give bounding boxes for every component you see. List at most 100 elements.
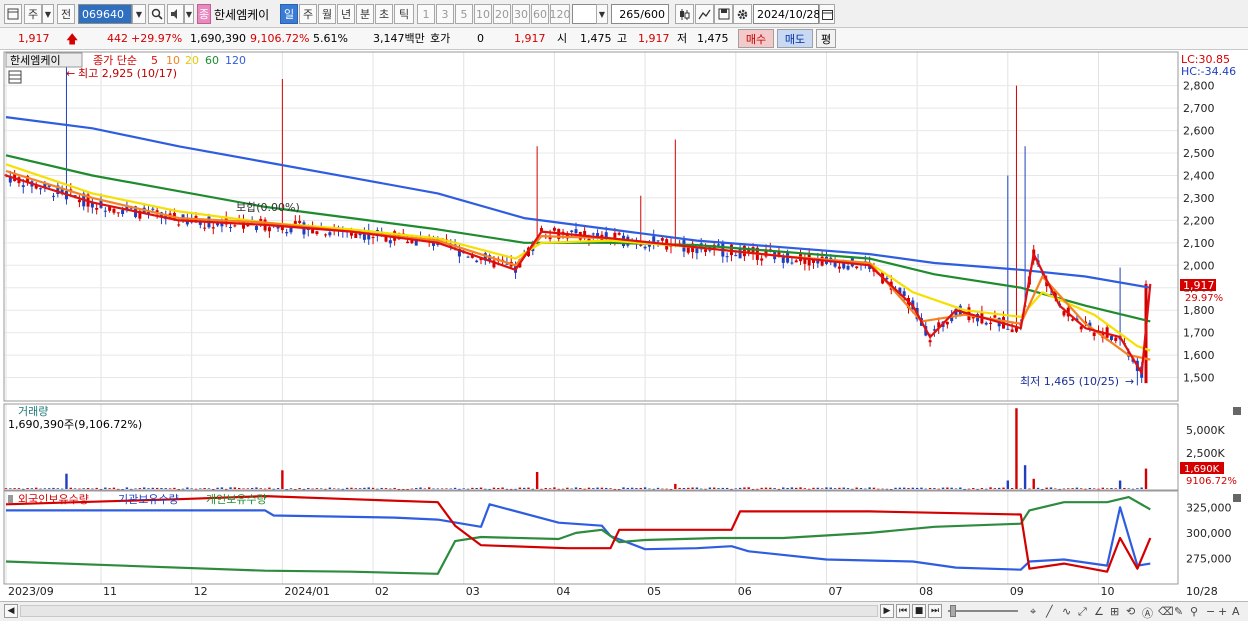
volume-bar	[734, 488, 737, 490]
volume-bar	[1054, 488, 1057, 490]
volume-bar	[700, 488, 703, 490]
font-size-icon[interactable]: A	[1232, 605, 1240, 618]
interval-3[interactable]: 3	[436, 4, 454, 24]
wave-tool-icon[interactable]: ∿	[1062, 605, 1071, 618]
candle-body	[1092, 332, 1096, 336]
min-marker-arrow: →	[1125, 375, 1134, 388]
chevron-down-icon[interactable]: ▼	[42, 4, 54, 24]
period-day[interactable]: 일	[280, 4, 298, 24]
volume-bar	[786, 487, 789, 489]
interval-1[interactable]: 1	[417, 4, 435, 24]
table-icon[interactable]	[8, 70, 22, 84]
eraser-icon[interactable]: ⌫	[1158, 605, 1174, 618]
gear-icon[interactable]	[733, 4, 752, 24]
volume-bar	[820, 488, 824, 489]
volume-close-icon[interactable]	[1233, 407, 1241, 415]
stop-icon[interactable]: ■	[912, 604, 926, 618]
chevron-down-icon[interactable]: ▼	[596, 4, 608, 24]
volume-bar	[553, 487, 556, 489]
interval-20[interactable]: 20	[493, 4, 511, 24]
volume-bar	[691, 487, 694, 489]
interval-30[interactable]: 30	[512, 4, 530, 24]
crosshair-icon[interactable]: ⌖	[1030, 605, 1036, 619]
price-tick-label: 2,800	[1183, 80, 1215, 93]
candle-body	[315, 231, 319, 235]
interval-120[interactable]: 120	[550, 4, 571, 24]
candle-body	[760, 258, 764, 261]
first-page-icon[interactable]: ⏮	[896, 604, 910, 618]
price-change-pct: +29.97%	[131, 32, 183, 45]
period-minute[interactable]: 분	[356, 4, 374, 24]
period-second[interactable]: 초	[375, 4, 393, 24]
period-week[interactable]: 주	[299, 4, 317, 24]
last-page-icon[interactable]: ⏭	[928, 604, 942, 618]
volume-bar	[69, 487, 72, 489]
interval-10[interactable]: 10	[474, 4, 492, 24]
zoom-slider[interactable]	[948, 610, 1018, 612]
layout-icon[interactable]	[4, 4, 22, 24]
draw-line-icon[interactable]	[695, 4, 714, 24]
prev-button[interactable]: 전	[57, 4, 75, 24]
period-month[interactable]: 월	[318, 4, 336, 24]
period-tick[interactable]: 틱	[394, 4, 414, 24]
candle-body	[1079, 326, 1083, 330]
high-value: 1,917	[638, 32, 670, 45]
save-icon[interactable]	[714, 4, 733, 24]
date-input[interactable]: 2024/10/28	[753, 4, 820, 24]
type-select[interactable]: 주	[24, 4, 42, 24]
candle-body	[151, 208, 155, 210]
volume-bar	[1067, 488, 1070, 489]
scroll-right-icon[interactable]: ▶	[880, 604, 894, 618]
candle-body	[945, 321, 949, 325]
legend-stock-name: 한세엠케이	[10, 54, 61, 67]
zoom-slider-thumb[interactable]	[950, 605, 956, 617]
price-tick-label: 1,600	[1183, 349, 1215, 362]
chevron-down-icon[interactable]: ▼	[132, 4, 146, 24]
holding-individual-title: 개인보유수량	[206, 493, 267, 506]
search-icon[interactable]	[148, 4, 165, 24]
volume-bar	[449, 488, 452, 490]
pencil-icon[interactable]: ✎	[1174, 605, 1183, 618]
period-year[interactable]: 년	[337, 4, 355, 24]
candle-body	[704, 249, 708, 252]
cycle-tool-icon[interactable]: ⟲	[1126, 605, 1135, 618]
sell-button[interactable]: 매도	[777, 29, 813, 48]
holding-close-icon[interactable]	[1233, 494, 1241, 502]
line-tool-icon[interactable]: ╱	[1046, 605, 1053, 618]
candle-icon[interactable]	[675, 4, 694, 24]
volume-bar	[501, 487, 504, 489]
scrollbar-track[interactable]	[20, 605, 878, 617]
volume-bar	[13, 488, 16, 489]
avg-button[interactable]: 평	[816, 29, 836, 48]
count-input[interactable]: 265/600	[611, 4, 669, 24]
interval-5[interactable]: 5	[455, 4, 473, 24]
buy-button[interactable]: 매수	[738, 29, 774, 48]
speaker-icon[interactable]	[167, 4, 184, 24]
volume-bar	[980, 488, 984, 489]
interval-60[interactable]: 60	[531, 4, 549, 24]
candle-body	[116, 212, 120, 214]
stock-chart[interactable]: 2,800 2,700 2,600 2,500 2,400 2,300 2,200 2,100…	[0, 51, 1248, 601]
volume-bar	[898, 487, 902, 489]
volume-bar	[738, 487, 742, 489]
scroll-left-icon[interactable]: ◀	[4, 604, 18, 618]
candle-body	[552, 227, 556, 231]
volume-bar	[402, 488, 405, 490]
volume-bar	[911, 487, 915, 489]
calendar-icon[interactable]	[819, 4, 835, 24]
volume-bar	[52, 487, 55, 489]
plus-icon[interactable]: +	[1218, 605, 1227, 618]
zoom-in-icon[interactable]: ⚲	[1190, 605, 1198, 618]
trend-tool-icon[interactable]: ⤢	[1078, 605, 1087, 619]
minus-icon[interactable]: −	[1206, 605, 1215, 618]
text-tool-icon[interactable]: Ⓐ	[1142, 605, 1153, 621]
code-input[interactable]: 069640	[78, 4, 132, 24]
volume-bar	[415, 488, 418, 489]
fibo-tool-icon[interactable]: ⊞	[1110, 605, 1119, 618]
volume-bar	[518, 487, 522, 489]
angle-tool-icon[interactable]: ∠	[1094, 605, 1104, 618]
chevron-down-icon[interactable]: ▼	[184, 4, 194, 24]
price-tick-label: 2,300	[1183, 192, 1215, 205]
volume-bar	[708, 487, 712, 489]
volume-tick-label: 5,000K	[1186, 424, 1225, 437]
